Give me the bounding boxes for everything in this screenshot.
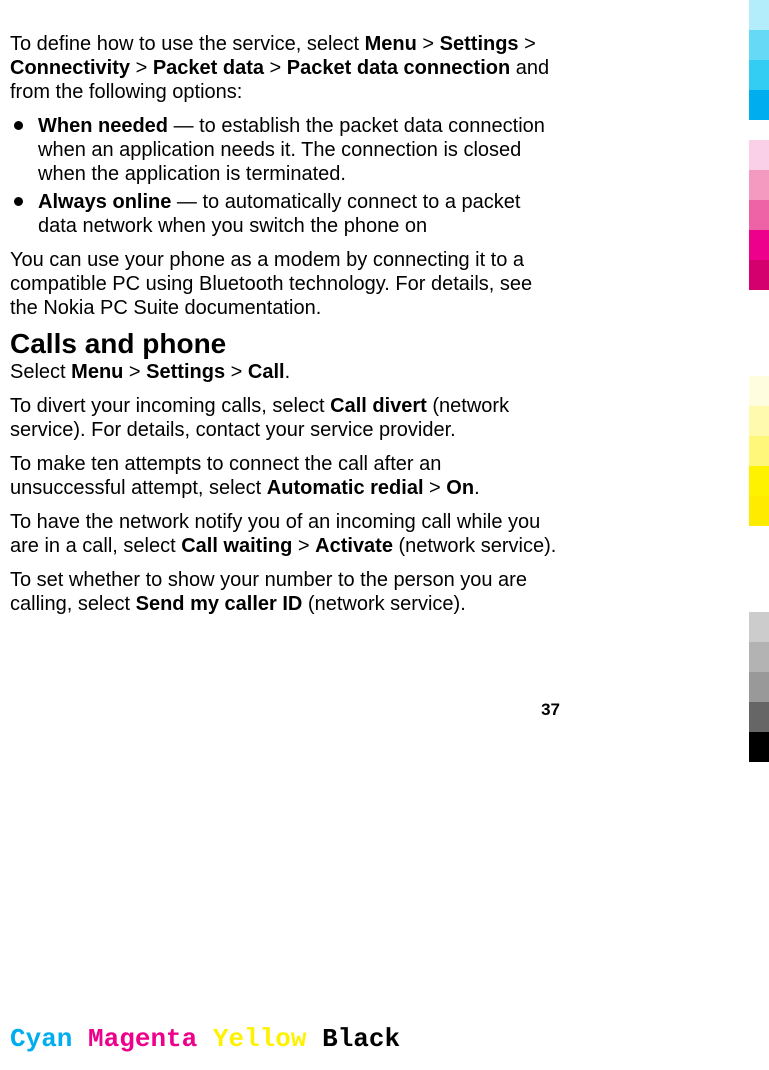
text: To divert your incoming calls, select <box>10 395 330 417</box>
activate-label: Activate <box>315 535 393 557</box>
cmyk-footer: Cyan Magenta Yellow Black <box>10 1024 400 1054</box>
color-swatch <box>749 406 769 436</box>
modem-paragraph: You can use your phone as a modem by con… <box>10 248 560 320</box>
text: To define how to use the service, select <box>10 33 365 55</box>
color-swatch <box>749 200 769 230</box>
settings-label: Settings <box>146 361 225 383</box>
separator: > <box>130 57 153 79</box>
options-list: When needed — to establish the packet da… <box>10 114 560 238</box>
caller-id-paragraph: To set whether to show your number to th… <box>10 568 560 616</box>
color-swatch <box>749 642 769 672</box>
color-swatch <box>749 170 769 200</box>
automatic-redial-label: Automatic redial <box>267 477 424 499</box>
color-swatch <box>749 672 769 702</box>
automatic-redial-paragraph: To make ten attempts to connect the call… <box>10 452 560 500</box>
registration-bars-black <box>749 612 769 762</box>
separator: > <box>424 477 447 499</box>
call-waiting-label: Call waiting <box>181 535 292 557</box>
registration-bars-magenta <box>749 140 769 290</box>
registration-bars-cyan <box>749 0 769 120</box>
text: (network service). <box>393 535 556 557</box>
page-body: To define how to use the service, select… <box>10 32 560 626</box>
color-swatch <box>749 230 769 260</box>
separator: > <box>264 57 287 79</box>
call-waiting-paragraph: To have the network notify you of an inc… <box>10 510 560 558</box>
option-title: Always online <box>38 191 171 213</box>
menu-label: Menu <box>71 361 123 383</box>
page-number: 37 <box>10 700 560 720</box>
color-swatch <box>749 466 769 496</box>
color-swatch <box>749 496 769 526</box>
separator: > <box>417 33 440 55</box>
color-swatch <box>749 0 769 30</box>
settings-label: Settings <box>440 33 519 55</box>
separator: > <box>292 535 315 557</box>
option-title: When needed <box>38 115 168 137</box>
text: . <box>474 477 480 499</box>
registration-bars-yellow <box>749 376 769 526</box>
calls-nav-paragraph: Select Menu > Settings > Call. <box>10 360 560 384</box>
text: Select <box>10 361 71 383</box>
yellow-label: Yellow <box>213 1024 307 1054</box>
separator: > <box>123 361 146 383</box>
connectivity-label: Connectivity <box>10 57 130 79</box>
color-swatch <box>749 376 769 406</box>
on-label: On <box>446 477 474 499</box>
color-swatch <box>749 702 769 732</box>
cyan-label: Cyan <box>10 1024 72 1054</box>
bullet-icon <box>14 197 23 206</box>
color-swatch <box>749 436 769 466</box>
black-label: Black <box>322 1024 400 1054</box>
packet-data-connection-label: Packet data connection <box>287 57 510 79</box>
color-swatch <box>749 30 769 60</box>
section-heading: Calls and phone <box>10 332 560 356</box>
color-swatch <box>749 90 769 120</box>
call-divert-label: Call divert <box>330 395 427 417</box>
color-swatch <box>749 260 769 290</box>
color-swatch <box>749 612 769 642</box>
separator: > <box>519 33 536 55</box>
color-swatch <box>749 60 769 90</box>
send-caller-id-label: Send my caller ID <box>136 593 303 615</box>
bullet-icon <box>14 121 23 130</box>
call-divert-paragraph: To divert your incoming calls, select Ca… <box>10 394 560 442</box>
list-item: When needed — to establish the packet da… <box>10 114 560 186</box>
call-label: Call <box>248 361 285 383</box>
list-item: Always online — to automatically connect… <box>10 190 560 238</box>
menu-label: Menu <box>365 33 417 55</box>
magenta-label: Magenta <box>88 1024 197 1054</box>
color-swatch <box>749 140 769 170</box>
color-swatch <box>749 732 769 762</box>
packet-data-label: Packet data <box>153 57 264 79</box>
intro-paragraph: To define how to use the service, select… <box>10 32 560 104</box>
text: . <box>285 361 291 383</box>
text: (network service). <box>302 593 465 615</box>
separator: > <box>225 361 248 383</box>
